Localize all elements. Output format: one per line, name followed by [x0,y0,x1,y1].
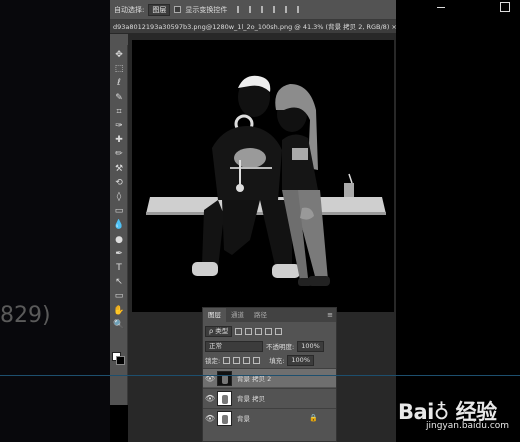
layer-thumbnail [217,410,232,426]
layer-thumbnail [217,390,232,406]
filter-pixel-icon[interactable] [235,327,243,335]
eyedropper-tool[interactable]: ✑ [113,120,125,132]
filter-shape-icon[interactable] [265,327,273,335]
layer-name: 背景 [237,415,250,423]
fill-label: 填充: [269,357,285,365]
layer-lock-icon: 🔒 [309,414,318,422]
layer-name: 背景 拷贝 [237,395,266,403]
crop-tool[interactable]: ⌗ [113,106,125,118]
history-brush-tool[interactable]: ⟲ [113,177,125,189]
fill-field[interactable]: 100% [287,354,314,366]
lock-all-icon[interactable] [253,356,261,364]
align-right-icon[interactable] [261,6,268,13]
auto-select-label: 自动选择: [114,5,145,14]
lasso-tool[interactable]: ℓ [113,77,125,89]
opacity-field[interactable]: 100% [297,340,324,352]
healing-brush-tool[interactable]: ✚ [113,134,125,146]
clone-stamp-tool[interactable]: ⚒ [113,163,125,175]
tab-paths[interactable]: 路径 [249,308,272,322]
accent-line [0,375,520,376]
marquee-tool[interactable]: ⬚ [113,63,125,75]
lock-transparent-icon[interactable] [223,356,231,364]
show-transform-checkbox[interactable] [174,6,182,13]
lock-fill-row: 锁定: 填充: 100% [205,354,335,366]
gradient-tool[interactable]: ▭ [113,205,125,217]
align-buttons [237,6,304,13]
blend-mode-dropdown[interactable]: 正常 [205,340,263,352]
tools-panel: ✥ ⬚ ℓ ✎ ⌗ ✑ ✚ ✏ ⚒ ⟲ ◊ ▭ 💧 ● ✒ T ↖ ▭ ✋ 🔍 [110,45,128,405]
align-center-icon[interactable] [249,6,256,13]
document-tab[interactable]: d93a8012193a30597b3.png@1280w_1l_2o_100s… [110,20,396,34]
layer-thumbnail [217,370,232,386]
watermark-url: jingyan.baidu.com [426,421,510,431]
dodge-tool[interactable]: ● [113,234,125,246]
background-color-swatch[interactable] [116,356,125,365]
blur-tool[interactable]: 💧 [113,219,125,231]
shape-tool[interactable]: ▭ [113,290,125,302]
document-canvas[interactable] [132,40,394,312]
window-maximize-button[interactable] [500,2,510,12]
window-minimize-button[interactable] [437,7,445,8]
left-partial-number: 829) [0,303,51,328]
filter-adjustment-icon[interactable] [245,327,253,335]
layer-row[interactable]: 👁 背景 🔒 [203,408,336,427]
filter-smart-object-icon[interactable] [275,327,283,335]
tab-channels[interactable]: 通道 [226,308,249,322]
type-tool[interactable]: T [113,262,125,274]
layer-row[interactable]: 👁 背景 拷贝 2 [203,368,336,387]
align-bottom-icon[interactable] [297,6,304,13]
toolbar-header [110,34,128,45]
auto-select-dropdown[interactable]: 图层 [148,3,171,16]
layer-filter-row: ρ 类型 [205,325,335,337]
eraser-tool[interactable]: ◊ [113,191,125,203]
move-tool[interactable]: ✥ [113,49,125,61]
options-bar: 自动选择: 图层 显示变换控件 [110,0,396,20]
baidu-jingyan-watermark: Bai♁ 经验 jingyan.baidu.com [396,392,520,432]
layers-panel-tabs: 图层 通道 路径 ≡ [203,308,336,322]
zoom-tool[interactable]: 🔍 [113,319,125,331]
hand-tool[interactable]: ✋ [113,305,125,317]
filter-type-icon[interactable] [255,327,263,335]
opacity-label: 不透明度: [266,343,295,351]
lock-position-icon[interactable] [243,356,251,364]
visibility-eye-icon[interactable]: 👁 [203,394,217,403]
lock-label: 锁定: [205,357,221,365]
panel-menu-icon[interactable]: ≡ [327,308,336,322]
align-middle-icon[interactable] [285,6,292,13]
align-left-icon[interactable] [237,6,244,13]
kind-filter-dropdown[interactable]: ρ 类型 [205,325,233,337]
align-top-icon[interactable] [273,6,280,13]
pen-tool[interactable]: ✒ [113,248,125,260]
path-select-tool[interactable]: ↖ [113,276,125,288]
visibility-eye-icon[interactable]: 👁 [203,414,217,423]
quick-select-tool[interactable]: ✎ [113,92,125,104]
show-transform-label: 显示变换控件 [185,5,228,14]
brush-tool[interactable]: ✏ [113,148,125,160]
artwork-illustration [146,75,386,286]
tab-layers[interactable]: 图层 [203,308,226,322]
layer-row[interactable]: 👁 背景 拷贝 [203,388,336,407]
blend-opacity-row: 正常 不透明度: 100% [205,340,335,352]
lock-image-icon[interactable] [233,356,241,364]
